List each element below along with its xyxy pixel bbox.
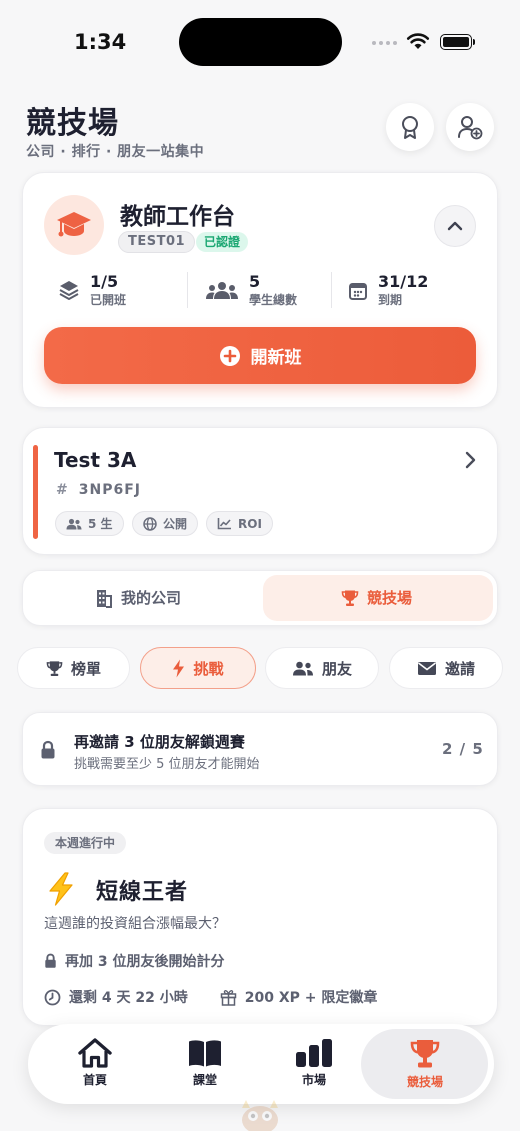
invite-title: 再邀請 3 位朋友解鎖週賽 (74, 733, 245, 751)
collapse-button[interactable] (434, 205, 476, 247)
status-time: 1:34 (74, 30, 127, 54)
trophy-icon (46, 660, 63, 676)
visibility-chip: 公開 (132, 511, 199, 536)
invite-progress: 2 / 5 (442, 740, 484, 758)
new-class-label: 開新班 (250, 348, 302, 368)
filter-tab-invite[interactable]: 邀請 (389, 647, 503, 689)
stat-divider (331, 272, 332, 308)
stat-expiry: 31/12 到期 (348, 272, 428, 308)
lock-icon (45, 953, 56, 968)
teacher-avatar (44, 195, 104, 255)
time-left: 還剩 4 天 22 小時 (69, 990, 188, 1006)
users-icon (206, 282, 238, 299)
add-user-icon (458, 116, 483, 140)
verified-badge: 已認證 (196, 232, 249, 252)
stat-value: 1/5 (90, 272, 119, 291)
new-class-button[interactable]: 開新班 (44, 327, 476, 384)
bar-chart-icon (296, 1039, 332, 1067)
award-icon (402, 116, 418, 139)
tab-arena[interactable]: 競技場 (341, 587, 412, 608)
bolt-emoji-icon (49, 872, 73, 906)
nav-label: 市場 (301, 1073, 326, 1087)
envelope-icon (417, 661, 436, 675)
stat-value: 31/12 (378, 272, 429, 291)
chart-line-icon (217, 518, 231, 530)
home-icon (78, 1038, 112, 1068)
challenge-lock-row: 再加 3 位朋友後開始計分 (44, 951, 225, 971)
class-accent-bar (33, 445, 38, 539)
globe-icon (143, 516, 157, 531)
bolt-icon (173, 659, 185, 677)
status-badge: 本週進行中 (44, 832, 127, 854)
class-name: Test 3A (54, 448, 137, 472)
page-title: 競技場 (26, 106, 119, 141)
dynamic-island (179, 18, 342, 66)
filter-label: 挑戰 (193, 659, 224, 678)
filter-tab-leaderboard[interactable]: 榜單 (17, 647, 130, 689)
teacher-code-badge: TEST01 (118, 231, 196, 253)
nav-item-arena[interactable]: 競技場 (380, 1038, 470, 1090)
chevron-right-icon[interactable] (464, 451, 476, 469)
challenge-meta-row: 還剩 4 天 22 小時 200 XP + 限定徽章 (44, 987, 377, 1007)
battery-icon (440, 34, 472, 50)
class-code: #3NP6FJ (56, 482, 141, 498)
challenge-title: 短線王者 (96, 880, 189, 905)
stat-value: 5 (249, 272, 261, 291)
teacher-card-title: 教師工作台 (120, 204, 235, 230)
stat-label: 學生總數 (249, 293, 298, 307)
plus-circle-icon (219, 345, 240, 366)
page-subtitle: 公司 · 排行 · 朋友一站集中 (26, 144, 205, 160)
reward-text: 200 XP + 限定徽章 (244, 990, 378, 1006)
users-icon (292, 661, 313, 675)
chip-label: 公開 (163, 517, 188, 531)
tab-my-company[interactable]: 我的公司 (95, 587, 181, 608)
chevron-up-icon (447, 221, 463, 231)
users-icon (66, 518, 82, 529)
cellular-signal-icon (372, 41, 397, 45)
lock-icon (41, 740, 55, 759)
filter-label: 榜單 (70, 659, 101, 678)
nav-item-market[interactable]: 市場 (269, 1038, 359, 1088)
hash-icon: # (56, 482, 69, 498)
challenge-description: 這週誰的投資組合漲幅最大？ (44, 916, 226, 932)
nav-item-classroom[interactable]: 課堂 (160, 1038, 250, 1088)
filter-tab-friends[interactable]: 朋友 (265, 647, 379, 689)
nav-item-home[interactable]: 首頁 (50, 1038, 140, 1088)
students-chip: 5 生 (55, 511, 124, 536)
chip-label: ROI (238, 516, 262, 531)
invite-subtitle: 挑戰需要至少 5 位朋友才能開始 (74, 757, 260, 772)
stat-total-students: 5 學生總數 (205, 272, 297, 308)
nav-label: 課堂 (192, 1073, 217, 1087)
stat-classes-opened: 1/5 已開班 (58, 272, 126, 308)
stat-label: 已開班 (90, 293, 127, 307)
battery-cap (473, 39, 475, 45)
filter-label: 邀請 (444, 659, 475, 678)
building-icon (97, 589, 112, 608)
ranking-metric-chip: ROI (206, 511, 273, 536)
filter-tab-challenge[interactable]: 挑戰 (140, 647, 256, 689)
gift-icon (220, 989, 236, 1006)
wifi-icon (406, 33, 430, 49)
stat-divider (187, 272, 188, 308)
book-icon (189, 1040, 221, 1067)
trophy-icon (410, 1040, 440, 1068)
tab-label: 競技場 (367, 589, 413, 607)
add-friend-button[interactable] (446, 103, 494, 151)
clock-icon (44, 989, 61, 1005)
filter-label: 朋友 (321, 659, 352, 678)
nav-label: 競技場 (406, 1075, 443, 1089)
badges-button[interactable] (386, 103, 434, 151)
nav-label: 首頁 (82, 1073, 107, 1087)
mascot-icon (242, 1100, 278, 1131)
layers-icon (59, 281, 79, 300)
class-code-value: 3NP6FJ (78, 482, 141, 498)
trophy-icon (341, 590, 359, 606)
graduation-cap-icon (57, 212, 91, 237)
stat-label: 到期 (378, 293, 403, 307)
calendar-icon (349, 283, 367, 300)
lock-text: 再加 3 位朋友後開始計分 (65, 954, 225, 970)
chip-label: 5 生 (88, 517, 113, 531)
tab-label: 我的公司 (121, 589, 182, 607)
